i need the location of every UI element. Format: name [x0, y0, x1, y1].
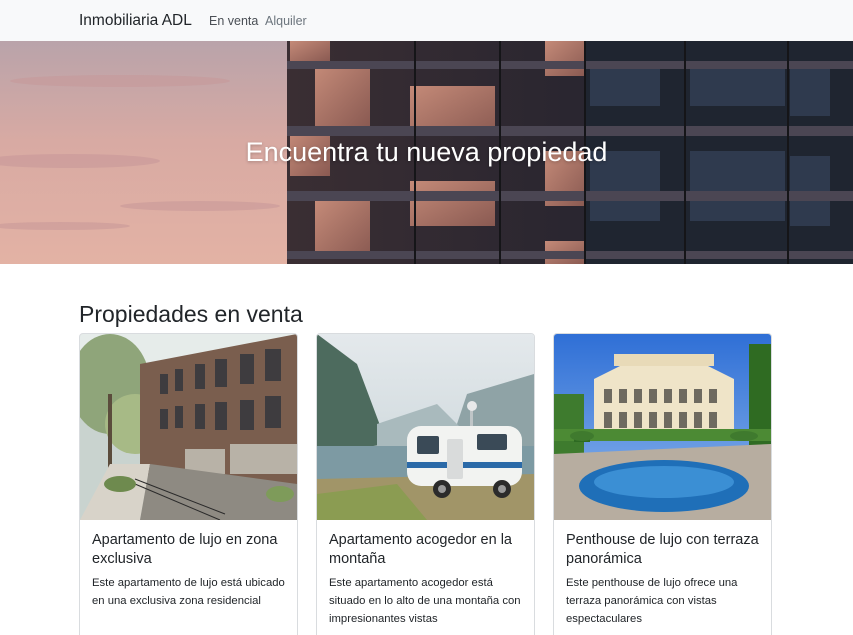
- hero-title: Encuentra tu nueva propiedad: [245, 137, 608, 167]
- card-text: Este apartamento acogedor está situado e…: [329, 577, 521, 625]
- property-card[interactable]: Apartamento acogedor en la montaña Este …: [316, 333, 535, 635]
- brand-link[interactable]: Inmobiliaria ADL: [79, 11, 192, 31]
- navbar: Inmobiliaria ADL En venta Alquiler: [0, 0, 853, 41]
- card-title: Apartamento de lujo en zona exclusiva: [92, 532, 278, 567]
- card-title: Penthouse de lujo con terraza panorámica: [566, 532, 759, 567]
- property-card[interactable]: Apartamento de lujo en zona exclusiva Es…: [79, 333, 298, 635]
- property-image-townhouses: [80, 334, 297, 520]
- property-image-mansion: [554, 334, 771, 520]
- property-image-caravan: [317, 334, 534, 520]
- section-title: Propiedades en venta: [79, 301, 303, 327]
- card-text: Este apartamento de lujo está ubicado en…: [92, 577, 285, 607]
- nav-link-en-venta[interactable]: En venta: [209, 13, 258, 30]
- nav-link-alquiler[interactable]: Alquiler: [265, 13, 307, 30]
- card-text: Este penthouse de lujo ofrece una terraz…: [566, 577, 738, 625]
- hero-banner: Encuentra tu nueva propiedad: [0, 41, 853, 264]
- property-card[interactable]: Penthouse de lujo con terraza panorámica…: [553, 333, 772, 635]
- card-title: Apartamento acogedor en la montaña: [329, 532, 512, 567]
